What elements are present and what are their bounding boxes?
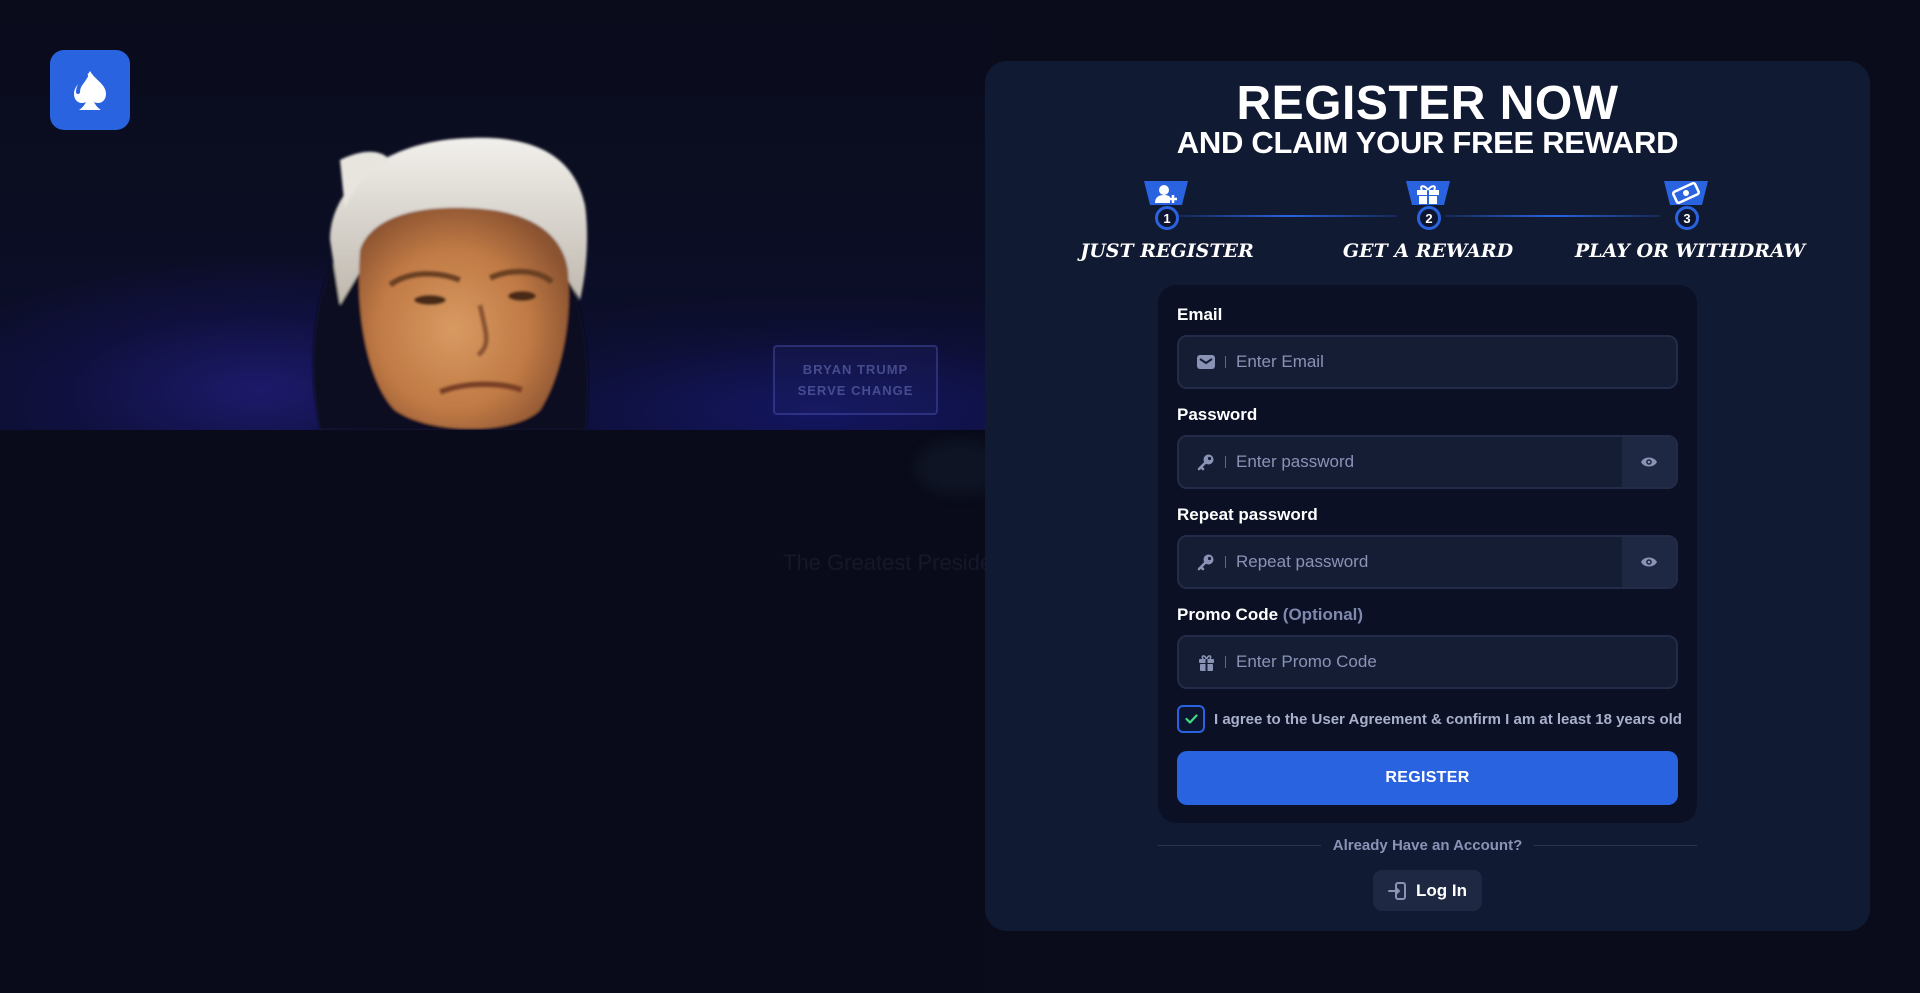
eye-icon [1641, 557, 1657, 567]
key-icon [1179, 437, 1225, 487]
step-label: PLAY OR WITHDRAW [1574, 240, 1806, 262]
divider-line [1158, 845, 1321, 846]
promo-code-label-text: Promo Code [1177, 605, 1279, 624]
hero-banner: BRYAN TRUMP SERVE CHANGE [0, 0, 985, 430]
login-label: Log In [1416, 880, 1467, 900]
key-icon [1179, 537, 1225, 587]
show-repeat-password-button[interactable] [1622, 537, 1676, 587]
agreement-row: I agree to the User Agreement & confirm … [1177, 705, 1682, 733]
repeat-password-field[interactable] [1177, 535, 1678, 589]
register-button[interactable]: REGISTER [1177, 751, 1678, 805]
repeat-password-input[interactable] [1226, 537, 1622, 587]
show-password-button[interactable] [1622, 437, 1676, 487]
hero-bottom: The Greatest Presidency Begins [0, 430, 1100, 993]
step-label: GET A REWARD [1342, 240, 1514, 262]
spade-icon [74, 71, 106, 110]
agreement-text: I agree to the User Agreement & confirm … [1214, 710, 1682, 728]
step-connector [1445, 215, 1660, 217]
podium-sign-word: BRYAN [802, 362, 853, 377]
home-logo-button[interactable] [50, 50, 130, 130]
login-divider: Already Have an Account? [1158, 837, 1697, 854]
login-icon [1388, 881, 1406, 900]
podium-sign-word: TRUMP [856, 362, 909, 377]
email-label: Email [1177, 305, 1223, 324]
gift-icon [1179, 637, 1225, 687]
register-form: Email Password Repeat password [1158, 285, 1697, 823]
step-number: 2 [1417, 206, 1441, 230]
promo-code-input[interactable] [1226, 637, 1676, 687]
step-1: 1 [1142, 181, 1190, 233]
step-connector [1180, 215, 1397, 217]
podium-sign-word: CHANGE [851, 383, 914, 398]
divider-line [1534, 845, 1697, 846]
promo-code-label: Promo Code (Optional) [1177, 605, 1363, 625]
podium-sign: BRYAN TRUMP SERVE CHANGE [773, 345, 938, 415]
step-3: 3 [1662, 181, 1710, 233]
agreement-checkbox[interactable] [1177, 705, 1205, 733]
step-number: 3 [1675, 206, 1699, 230]
eye-icon [1641, 457, 1657, 467]
page-subtitle: AND CLAIM YOUR FREE REWARD [1176, 125, 1679, 160]
email-input[interactable] [1226, 337, 1676, 387]
step-number: 1 [1155, 206, 1179, 230]
podium-sign-word: SERVE [797, 383, 847, 398]
have-account-text: Already Have an Account? [1332, 837, 1523, 854]
repeat-password-label: Repeat password [1177, 505, 1318, 524]
password-input[interactable] [1226, 437, 1622, 487]
login-button[interactable]: Log In [1373, 870, 1482, 911]
register-panel: REGISTER NOW AND CLAIM YOUR FREE REWARD … [985, 61, 1870, 931]
password-field[interactable] [1177, 435, 1678, 489]
check-icon [1184, 714, 1198, 724]
optional-hint: (Optional) [1282, 605, 1364, 624]
envelope-icon [1179, 337, 1225, 387]
promo-code-field[interactable] [1177, 635, 1678, 689]
password-label: Password [1177, 405, 1258, 424]
hero-portrait [312, 137, 589, 430]
email-field[interactable] [1177, 335, 1678, 389]
step-label: JUST REGISTER [1080, 240, 1254, 262]
step-2: 2 [1404, 181, 1452, 233]
